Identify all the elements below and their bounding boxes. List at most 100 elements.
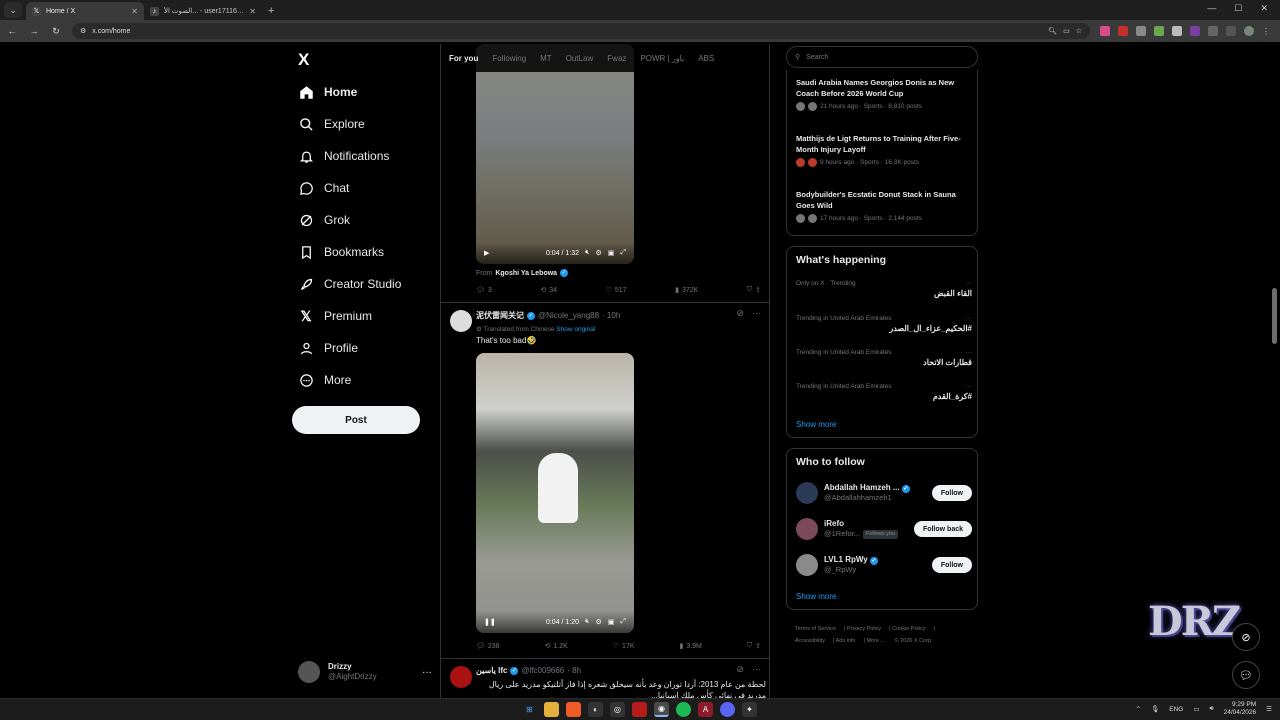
nav-notifications[interactable]: Notifications <box>298 147 389 165</box>
extension-icon[interactable] <box>1100 26 1110 36</box>
tab-fwaz[interactable]: Fwaz <box>607 54 626 63</box>
back-icon[interactable]: ← <box>6 26 18 36</box>
forward-icon[interactable]: → <box>28 26 40 36</box>
author-handle[interactable]: @lfc009666 <box>521 666 564 675</box>
nav-creator-studio[interactable]: Creator Studio <box>298 275 401 293</box>
post-button[interactable]: Post <box>292 406 420 434</box>
show-original-link[interactable]: Show original <box>556 326 595 333</box>
extension-icon[interactable] <box>1172 26 1182 36</box>
mute-icon[interactable]: 🔇︎ <box>585 618 589 626</box>
avatar[interactable] <box>450 666 472 688</box>
repost-button[interactable]: ⟲ 1.2K <box>545 642 568 651</box>
nav-chat[interactable]: Chat <box>298 179 349 197</box>
browser-tab-tiktok[interactable]: ♪ الصوت الأ... - user17116995084 ✕ <box>144 2 262 20</box>
extension-icon[interactable] <box>1136 26 1146 36</box>
footer-link[interactable]: Cookie Policy <box>892 626 925 632</box>
maximize-icon[interactable]: ☐ <box>1234 3 1242 14</box>
pause-icon[interactable]: ❚❚ <box>484 618 496 626</box>
author-handle[interactable]: @Nicole_yang88 <box>538 311 599 320</box>
app-icon[interactable]: A <box>698 702 713 717</box>
account-switcher[interactable]: Drizzy @AightDrizzy ··· <box>298 658 432 686</box>
like-button[interactable]: ♡ 17K <box>613 642 635 651</box>
nav-more[interactable]: More <box>298 371 351 389</box>
more-icon[interactable]: ··· <box>966 349 973 356</box>
notifications-icon[interactable]: ☰ <box>1266 705 1272 713</box>
nav-profile[interactable]: Profile <box>298 339 358 357</box>
settings-icon[interactable]: ⚙ <box>595 618 601 626</box>
source-name[interactable]: Kgoshi Ya Lebowa <box>495 270 557 277</box>
tab-powr[interactable]: POWR | باور <box>640 54 684 63</box>
tab-close-icon[interactable]: ✕ <box>249 7 256 16</box>
volume-icon[interactable]: 🔊︎ <box>1210 705 1214 713</box>
cast-icon[interactable]: ▭ <box>1063 27 1070 35</box>
avatar[interactable] <box>450 310 472 332</box>
post-time[interactable]: · 8h <box>567 666 581 675</box>
follow-button[interactable]: Follow <box>931 485 972 501</box>
more-icon[interactable]: ··· <box>422 667 432 678</box>
mute-icon[interactable]: 🔇︎ <box>585 249 589 257</box>
extension-icon[interactable] <box>1154 26 1164 36</box>
grok-icon[interactable]: ⊘ <box>736 664 744 675</box>
trend-item[interactable]: Trending in United Arab Emirates ··· #الح… <box>796 315 972 333</box>
tab-outlaw[interactable]: OutLaw <box>566 54 594 63</box>
spotify-icon[interactable] <box>676 702 691 717</box>
news-item[interactable]: Saudi Arabia Names Georgios Donis as New… <box>796 78 972 111</box>
search-input[interactable]: ⚲ Search <box>786 46 978 68</box>
follow-suggestion[interactable]: iRefo @1Refor... Follows you Follow back <box>796 516 972 542</box>
tab-close-icon[interactable]: ✕ <box>131 7 138 16</box>
settings-icon[interactable]: ⚙ <box>595 249 601 257</box>
show-more-link[interactable]: Show more <box>796 592 836 601</box>
trend-item[interactable]: Trending in United Arab Emirates ··· قطار… <box>796 349 972 367</box>
fullscreen-icon[interactable]: ⤢ <box>620 249 626 257</box>
tab-for-you[interactable]: For you <box>449 54 478 63</box>
extension-icon[interactable] <box>1190 26 1200 36</box>
views-button[interactable]: ▮ 3.9M <box>679 642 701 651</box>
share-icon[interactable]: ⇪ <box>755 642 761 650</box>
repost-button[interactable]: ⟲ 34 <box>540 286 557 295</box>
language-indicator[interactable]: ENG <box>1169 706 1183 713</box>
author-name[interactable]: 泥伏雷闻关记 <box>476 310 524 321</box>
chrome-icon[interactable]: ◉ <box>654 702 669 717</box>
extension-icon[interactable] <box>1118 26 1128 36</box>
more-icon[interactable]: ··· <box>752 308 761 319</box>
grok-icon[interactable]: ⊘ <box>736 308 744 319</box>
more-icon[interactable]: ··· <box>752 664 761 675</box>
footer-link[interactable]: Privacy Policy <box>847 626 881 632</box>
news-item[interactable]: Bodybuilder's Ecstatic Donut Stack in Sa… <box>796 190 972 223</box>
follow-back-button[interactable]: Follow back <box>913 521 972 537</box>
tab-following[interactable]: Following <box>492 54 526 63</box>
reply-button[interactable]: 💬︎ 238 <box>476 642 500 651</box>
app-icon[interactable]: ◎ <box>610 702 625 717</box>
windows-start-icon[interactable]: ⊞ <box>522 702 537 717</box>
microphone-icon[interactable]: 🎙︎ <box>1151 705 1159 713</box>
grok-float-button[interactable]: ⊘ <box>1232 623 1260 651</box>
nav-grok[interactable]: Grok <box>298 211 350 229</box>
more-icon[interactable]: ··· <box>966 383 973 390</box>
bookmark-button[interactable]: ⛉ ⇪ <box>747 286 761 294</box>
follow-button[interactable]: Follow <box>931 557 972 573</box>
new-tab-button[interactable]: + <box>268 5 274 17</box>
pip-icon[interactable]: ▣ <box>608 249 615 257</box>
file-explorer-icon[interactable] <box>544 702 559 717</box>
news-item[interactable]: Matthijs de Ligt Returns to Training Aft… <box>796 134 972 167</box>
tray-chevron-icon[interactable]: ⌃ <box>1136 705 1141 713</box>
tab-abs[interactable]: ABS <box>698 54 714 63</box>
reload-icon[interactable]: ↻ <box>50 26 62 37</box>
video-player[interactable]: ❚❚ 0:04 / 1:20 🔇︎ ⚙ ▣ ⤢ <box>476 353 634 633</box>
app-icon[interactable]: ◐ <box>588 702 603 717</box>
nav-home[interactable]: Home <box>298 83 357 101</box>
browser-tab-x-home[interactable]: 𝕏 Home / X ✕ <box>26 2 144 20</box>
video-player[interactable]: ▶ 0:04 / 1:32 🔇︎ ⚙ ▣ ⤢ <box>476 44 634 264</box>
reply-button[interactable]: 💬︎ 3 <box>476 286 492 295</box>
star-icon[interactable]: ☆ <box>1076 27 1082 35</box>
author-name[interactable]: ياسين lfc <box>476 666 507 675</box>
chat-float-button[interactable]: 💬︎ <box>1232 661 1260 689</box>
sidebar-icon[interactable] <box>1226 26 1236 36</box>
nav-explore[interactable]: Explore <box>298 115 365 133</box>
extensions-puzzle-icon[interactable] <box>1208 26 1218 36</box>
fullscreen-icon[interactable]: ⤢ <box>620 618 626 626</box>
like-button[interactable]: ♡ 517 <box>606 286 627 295</box>
post-time[interactable]: · 10h <box>602 311 620 320</box>
footer-link[interactable]: Accessibility <box>795 638 825 644</box>
views-button[interactable]: ▮ 372K <box>675 286 698 295</box>
